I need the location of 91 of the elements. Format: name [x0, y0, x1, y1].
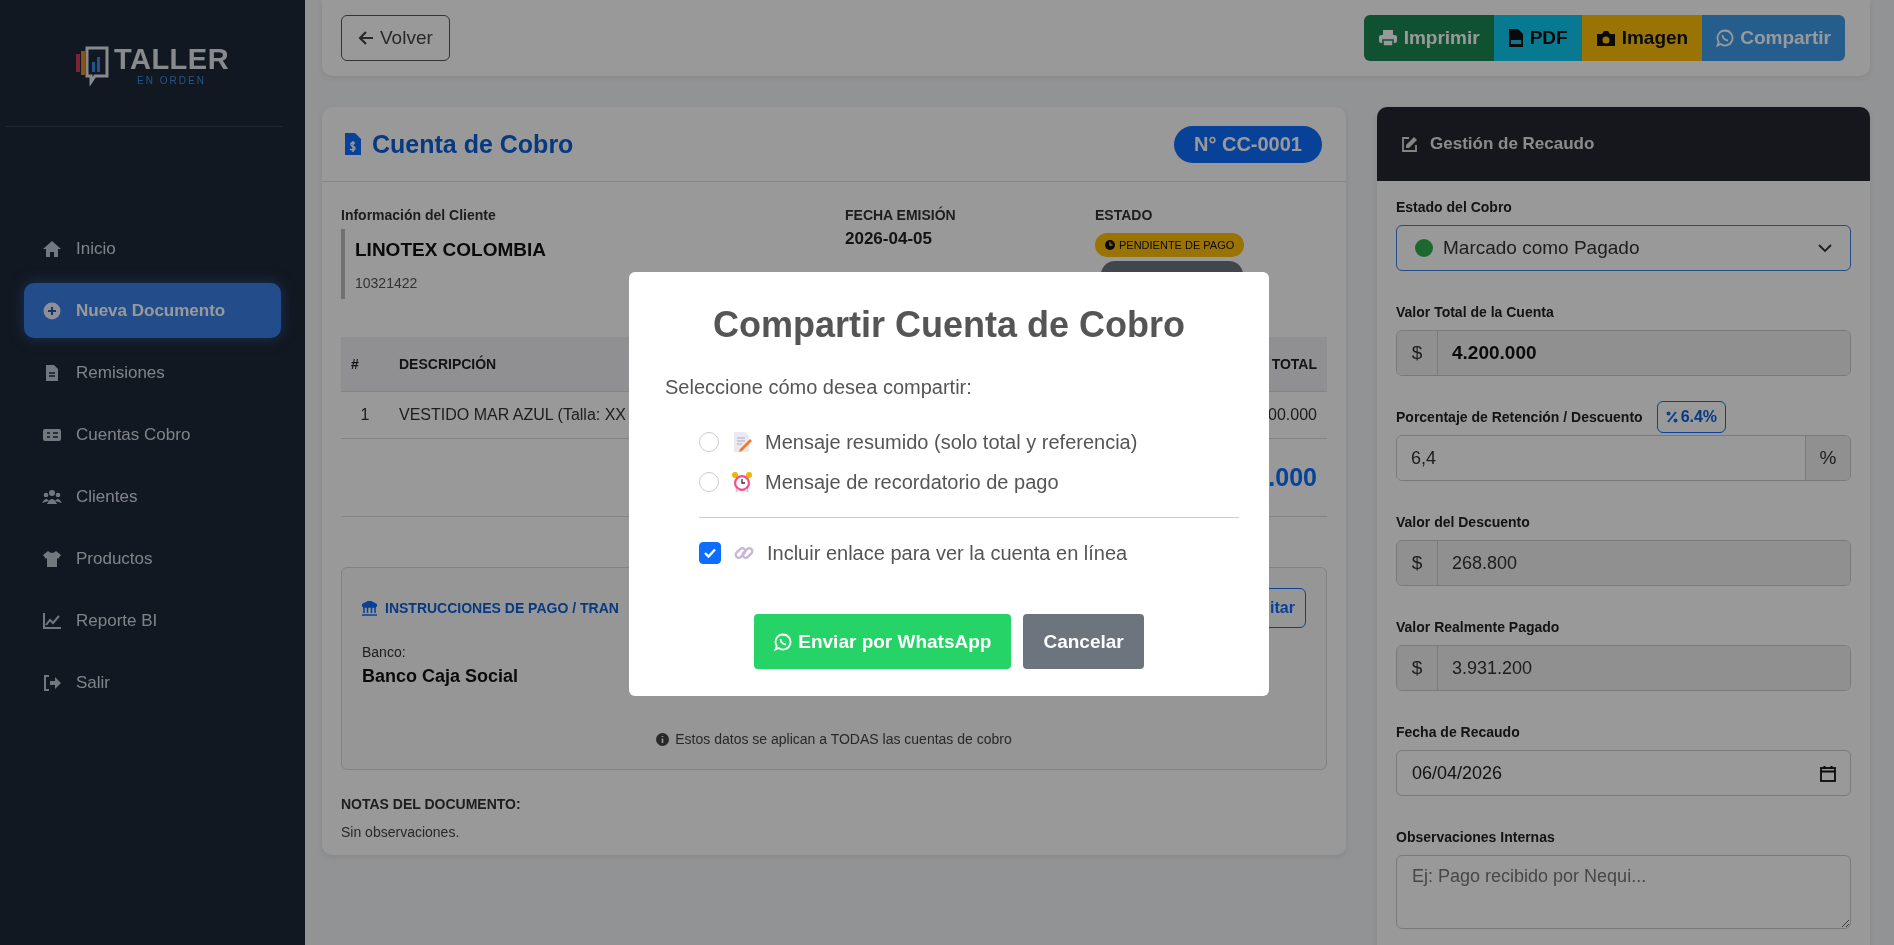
field-label: Porcentaje de Retención / Descuento	[1396, 409, 1643, 425]
calendar-icon	[1820, 764, 1836, 782]
users-icon	[42, 487, 62, 506]
edit-icon	[1401, 135, 1418, 153]
sidebar-item[interactable]: Reporte BI	[24, 593, 281, 648]
percentage-field[interactable]: 6,4 %	[1396, 435, 1851, 481]
dialog-title: Compartir Cuenta de Cobro	[712, 304, 1186, 346]
currency-addon: $	[1397, 646, 1438, 690]
amount-field[interactable]: $ 4.200.000	[1396, 330, 1851, 376]
date-field[interactable]: 06/04/2026	[1396, 750, 1851, 796]
chevron-down-icon	[1818, 243, 1832, 253]
field-label: Estado del Cobro	[1396, 199, 1512, 215]
home-icon	[42, 239, 62, 258]
action-button[interactable]: Compartir	[1702, 15, 1845, 61]
percent-badge: 6.4%	[1656, 401, 1727, 433]
column-header: TOTAL	[1270, 356, 1318, 372]
table-cell-text: 00.000	[1267, 406, 1318, 424]
notes-heading: NOTAS DEL DOCUMENTO:	[341, 796, 522, 812]
table-cell-text: VESTIDO MAR AZUL (Talla: XX	[398, 406, 627, 424]
shirt-icon	[42, 549, 62, 568]
status-select[interactable]: Marcado como Pagado	[1396, 225, 1851, 271]
print-icon	[1377, 29, 1398, 47]
client-heading: Información del Cliente	[341, 207, 497, 223]
amount-input[interactable]: 268.800	[1438, 541, 1850, 585]
document-number: N° CC-0001	[1173, 125, 1322, 163]
notes-text: Sin observaciones.	[341, 824, 461, 840]
whatsapp-icon	[1716, 29, 1735, 47]
action-button[interactable]: PDF	[1493, 15, 1582, 61]
sidebar-item[interactable]: Salir	[24, 655, 281, 710]
date-label: FECHA EMISIÓN	[845, 207, 957, 223]
checkbox[interactable]	[699, 542, 721, 564]
document-title: Cuenta de Cobro	[372, 129, 574, 159]
bank-icon	[362, 600, 377, 616]
percent-addon: %	[1805, 436, 1850, 480]
amount-field[interactable]: $ 268.800	[1396, 540, 1851, 586]
status-badge: PENDIENTE DE PAGO	[1095, 233, 1245, 257]
logout-icon	[42, 673, 62, 692]
client-name: LINOTEX COLOMBIA	[355, 239, 548, 261]
option-label: Mensaje resumido (solo total y referencia)	[765, 430, 1138, 454]
sidebar-item[interactable]: Remisiones	[24, 345, 281, 400]
info-note: Estos datos se aplican a TODAS las cuentas de cobro	[675, 731, 1012, 747]
arrow-left-icon	[358, 31, 374, 45]
info-icon	[656, 732, 670, 746]
bank-label: Banco:	[362, 644, 406, 660]
invoice-icon	[344, 132, 362, 156]
pdf-file-icon	[1507, 28, 1524, 48]
amount-input[interactable]: 3.931.200	[1438, 646, 1850, 690]
camera-icon	[1595, 29, 1616, 47]
field-label: Valor del Descuento	[1396, 514, 1530, 530]
memo-pencil-icon	[731, 431, 753, 453]
amount-input[interactable]: 4.200.000	[1438, 331, 1850, 375]
clock-icon	[1105, 240, 1115, 250]
plus-circle-icon	[42, 301, 62, 320]
column-header: DESCRIPCIÓN	[398, 356, 498, 372]
column-header: #	[350, 356, 360, 372]
sidebar-item[interactable]: Clientes	[24, 469, 281, 524]
action-button[interactable]: Imprimir	[1363, 15, 1494, 61]
option-label: Mensaje de recordatorio de pago	[765, 470, 1059, 494]
field-label: Observaciones Internas	[1396, 829, 1555, 845]
sidebar-item[interactable]: Inicio	[24, 221, 281, 276]
field-label: Valor Total de la Cuenta	[1396, 304, 1554, 320]
table-cell-text: 1	[359, 406, 371, 424]
logo-icon	[75, 44, 110, 86]
notes-field[interactable]: Ej: Pago recibido por Nequi...	[1396, 855, 1851, 929]
logo-subtitle: EN ORDEN	[137, 75, 206, 86]
checkbox-label: Incluir enlace para ver la cuenta en línea	[767, 541, 1128, 565]
line-chart-icon	[42, 611, 62, 630]
percent-icon	[1665, 411, 1678, 423]
sidebar-item[interactable]: Productos	[24, 531, 281, 586]
amount-field[interactable]: $ 3.931.200	[1396, 645, 1851, 691]
currency-addon: $	[1397, 541, 1438, 585]
status-label: ESTADO	[1095, 207, 1153, 223]
panel-title: Gestión de Recaudo	[1430, 134, 1595, 154]
issue-date: 2026-04-05	[845, 229, 933, 249]
cancel-button[interactable]: Cancelar	[1023, 614, 1144, 669]
bank-name: Banco Caja Social	[362, 666, 519, 686]
client-id: 10321422	[355, 275, 419, 291]
checkmark-icon	[703, 547, 717, 559]
whatsapp-icon	[774, 632, 793, 651]
payment-title: INSTRUCCIONES DE PAGO / TRAN	[385, 600, 619, 616]
alarm-clock-icon	[731, 471, 753, 493]
grand-total: .000	[1268, 463, 1317, 492]
action-button[interactable]: Imagen	[1581, 15, 1703, 61]
sidebar-item[interactable]: Nueva Documento	[24, 283, 281, 338]
back-button[interactable]: Volver	[341, 15, 450, 61]
sidebar-item[interactable]: Cuentas Cobro	[24, 407, 281, 462]
logo-title: TALLER	[113, 44, 230, 74]
currency-addon: $	[1397, 331, 1438, 375]
field-label: Valor Realmente Pagado	[1396, 619, 1560, 635]
dialog-prompt: Seleccione cómo desea compartir:	[665, 376, 973, 399]
field-label: Fecha de Recaudo	[1396, 724, 1520, 740]
